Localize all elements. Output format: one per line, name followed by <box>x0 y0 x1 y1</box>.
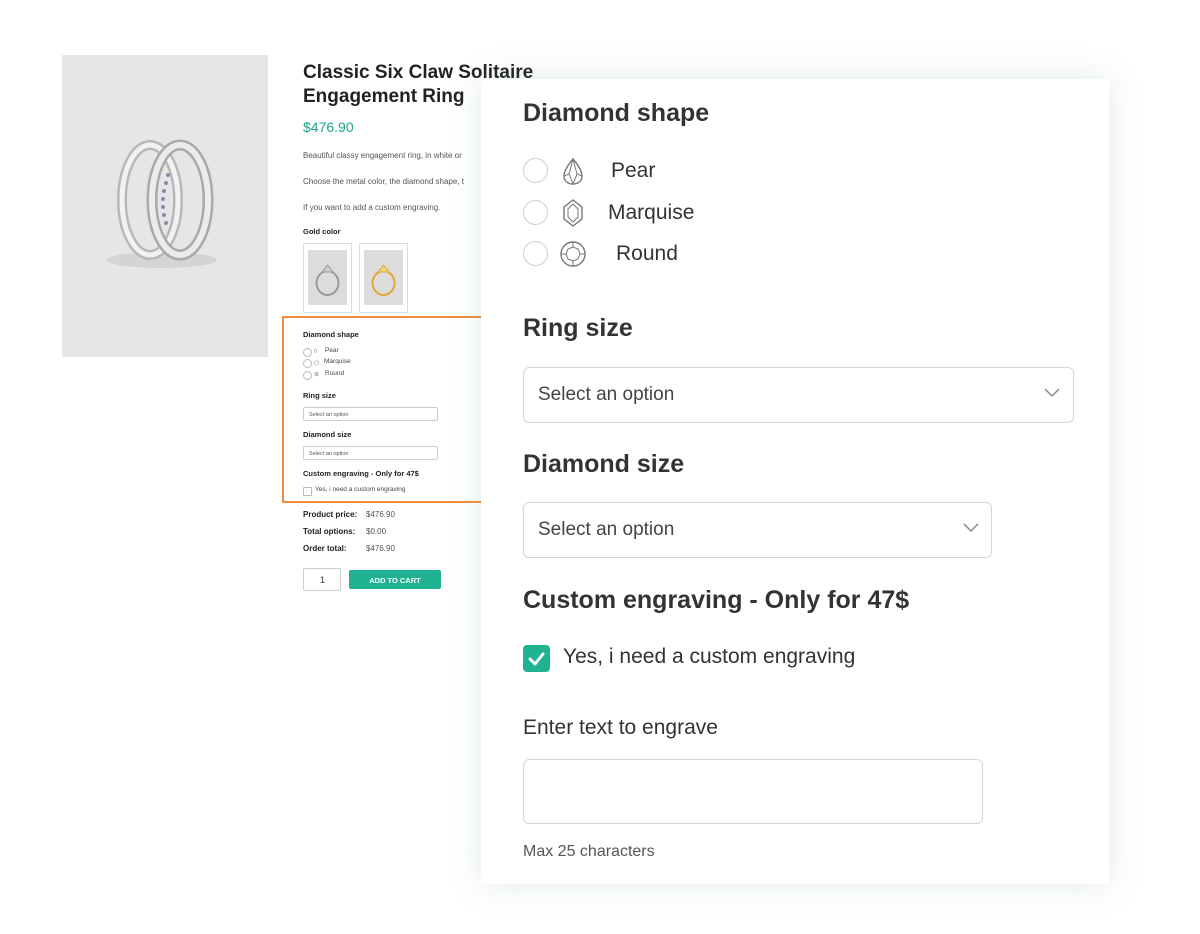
marquise-gem-icon <box>563 199 583 227</box>
ring-photo <box>107 139 217 268</box>
mini-shape-pear: Pear <box>325 347 339 354</box>
chevron-down-icon <box>1044 388 1060 398</box>
yellow-gold-ring-icon <box>371 264 396 296</box>
pear-gem-icon <box>563 157 583 185</box>
mini-ring-size-label: Ring size <box>303 391 336 400</box>
total-options-label: Total options: <box>303 527 356 536</box>
diamond-shape-heading: Diamond shape <box>523 99 710 127</box>
mini-gem-icons: ◊ ⬡ ⊛ <box>314 349 320 378</box>
product-image <box>62 55 268 357</box>
ring-size-heading: Ring size <box>523 314 633 342</box>
quantity-stepper[interactable]: 1 <box>303 568 341 591</box>
product-description-1: Beautiful classy engagement ring, in whi… <box>303 151 462 160</box>
mini-diamond-shape-label: Diamond shape <box>303 330 359 339</box>
shape-option-marquise[interactable]: Marquise <box>523 199 763 229</box>
mini-diamond-size-select[interactable]: Select an option <box>303 446 438 460</box>
diamond-size-select-value: Select an option <box>538 519 675 540</box>
add-to-cart-button[interactable]: ADD TO CART <box>349 570 441 589</box>
total-options-value: $0.00 <box>366 527 387 536</box>
diamond-size-heading: Diamond size <box>523 450 685 478</box>
zoomed-options-panel: Diamond shape Pear Marquise Round Ring s… <box>481 79 1109 884</box>
mini-engraving-label: Custom engraving - Only for 47$ <box>303 469 419 478</box>
product-price: $476.90 <box>303 119 354 135</box>
ring-size-select-value: Select an option <box>538 384 675 405</box>
mini-radio-round[interactable] <box>303 371 312 380</box>
mini-shape-round: Round <box>325 370 345 377</box>
swatch-yellow-gold[interactable] <box>359 243 408 313</box>
white-gold-ring-icon <box>315 264 340 296</box>
engrave-text-label: Enter text to engrave <box>523 716 718 739</box>
engraving-checkbox[interactable] <box>523 645 550 672</box>
diamond-size-select[interactable]: Select an option <box>523 502 992 558</box>
mini-radio-marquise[interactable] <box>303 359 312 368</box>
mini-shape-marquise: Marquise <box>324 358 351 365</box>
checkmark-icon <box>528 652 545 666</box>
order-total-value: $476.90 <box>366 544 395 553</box>
gold-color-label: Gold color <box>303 227 341 236</box>
product-price-label: Product price: <box>303 510 358 519</box>
product-description-2: Choose the metal color, the diamond shap… <box>303 177 464 186</box>
shape-label-pear: Pear <box>611 159 656 182</box>
custom-engraving-heading: Custom engraving - Only for 47$ <box>523 586 910 614</box>
swatch-white-gold[interactable] <box>303 243 352 313</box>
round-gem-icon <box>560 241 586 267</box>
mini-diamond-size-label: Diamond size <box>303 430 352 439</box>
product-description-3: If you want to add a custom engraving. <box>303 203 441 212</box>
radio-round[interactable] <box>523 241 548 266</box>
product-price-value: $476.90 <box>366 510 395 519</box>
order-total-label: Order total: <box>303 544 347 553</box>
engrave-text-input[interactable] <box>523 759 983 824</box>
ring-size-select[interactable]: Select an option <box>523 367 1074 423</box>
engraving-checkbox-label: Yes, i need a custom engraving <box>563 645 856 668</box>
shape-label-marquise: Marquise <box>608 201 695 224</box>
shape-label-round: Round <box>616 242 678 265</box>
radio-marquise[interactable] <box>523 200 548 225</box>
max-characters-note: Max 25 characters <box>523 843 655 860</box>
shape-option-round[interactable]: Round <box>523 240 723 270</box>
mini-engraving-checkbox[interactable] <box>303 487 312 496</box>
shape-option-pear[interactable]: Pear <box>523 157 723 187</box>
mini-radio-pear[interactable] <box>303 348 312 357</box>
radio-pear[interactable] <box>523 158 548 183</box>
chevron-down-icon <box>963 523 979 533</box>
mini-engraving-checkbox-label: Yes, i need a custom engraving <box>315 486 406 493</box>
mini-ring-size-select[interactable]: Select an option <box>303 407 438 421</box>
